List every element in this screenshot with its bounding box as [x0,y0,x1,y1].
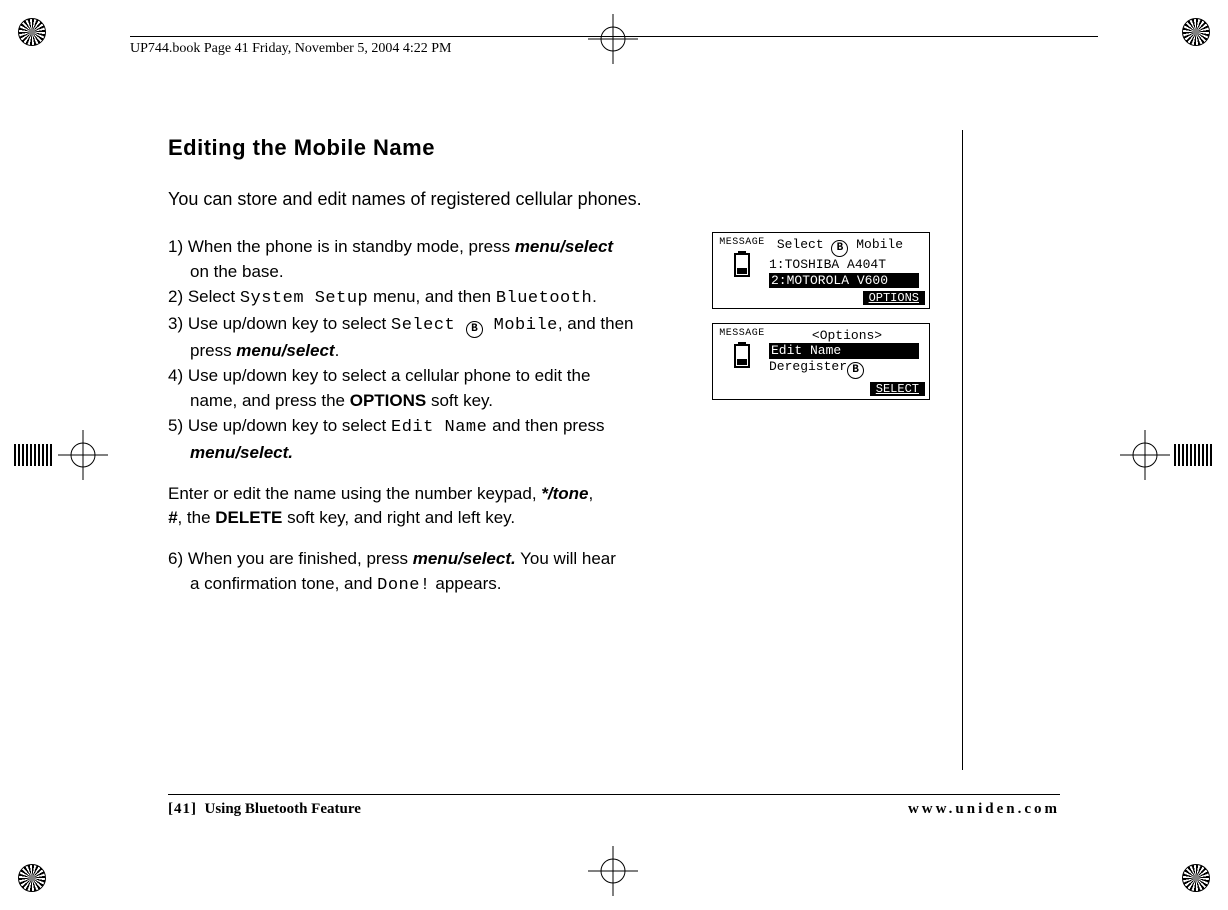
step-5-cont: menu/select. [168,442,728,465]
crosshair-icon [1120,430,1214,480]
bluetooth-b-icon: B [831,240,848,257]
footer-url: www.uniden.com [908,801,1060,818]
registration-mark-icon [1182,18,1210,46]
lcd-line-selected: 2:MOTOROLA V600 [769,273,919,289]
lcd-screen-select-mobile: MESSAGE Select B Mobile 1:TOSHIBA A404T … [712,232,930,309]
vertical-rule [962,130,963,770]
mid-para-2: #, the DELETE soft key, and right and le… [168,507,728,530]
battery-icon [717,342,767,368]
runhead-text: UP744.book Page 41 Friday, November 5, 2… [130,41,451,56]
step-3-cont: press menu/select. [168,340,728,363]
battery-icon [717,251,767,277]
page-number: [41] [168,801,197,817]
footer-section: Using Bluetooth Feature [205,801,361,817]
step-6: 6) When you are finished, press menu/sel… [168,548,728,571]
message-label: MESSAGE [717,237,767,249]
step-3: 3) Use up/down key to select Select B Mo… [168,313,728,338]
step-2: 2) Select System Setup menu, and then Bl… [168,286,728,311]
lcd-screen-options: MESSAGE <Options> Edit Name DeregisterB … [712,323,930,400]
step-1: 1) When the phone is in standby mode, pr… [168,236,728,259]
step-4-cont: name, and press the OPTIONS soft key. [168,390,728,413]
step-6-cont: a confirmation tone, and Done! appears. [168,573,728,598]
registration-mark-icon [18,864,46,892]
step-5: 5) Use up/down key to select Edit Name a… [168,415,728,440]
page: UP744.book Page 41 Friday, November 5, 2… [0,0,1228,910]
intro-paragraph: You can store and edit names of register… [168,189,918,210]
message-label: MESSAGE [717,328,767,340]
section-title: Editing the Mobile Name [168,135,918,161]
lcd-line: DeregisterB [769,359,925,379]
registration-mark-icon [1182,864,1210,892]
mid-para-1: Enter or edit the name using the number … [168,483,728,506]
crosshair-icon [588,846,638,896]
softkey-row: SELECT [717,381,925,397]
softkey-select: SELECT [870,382,925,396]
lcd-line: <Options> [769,328,925,344]
registration-mark-icon [18,18,46,46]
softkey-options: OPTIONS [863,291,925,305]
lcd-screens: MESSAGE Select B Mobile 1:TOSHIBA A404T … [712,232,932,414]
step-1-cont: on the base. [168,261,728,284]
page-footer: [41] Using Bluetooth Feature www.uniden.… [168,794,1060,818]
softkey-row: OPTIONS [717,290,925,306]
crosshair-icon [14,430,108,480]
lcd-line: 1:TOSHIBA A404T [769,257,925,273]
step-4: 4) Use up/down key to select a cellular … [168,365,728,388]
lcd-line: Select B Mobile [769,237,925,257]
lcd-line-selected: Edit Name [769,343,919,359]
footer-left: [41] Using Bluetooth Feature [168,801,361,818]
bluetooth-b-icon: B [847,362,864,379]
running-head: UP744.book Page 41 Friday, November 5, 2… [130,36,1098,57]
bluetooth-b-icon: B [466,321,483,338]
steps: 1) When the phone is in standby mode, pr… [168,236,728,598]
